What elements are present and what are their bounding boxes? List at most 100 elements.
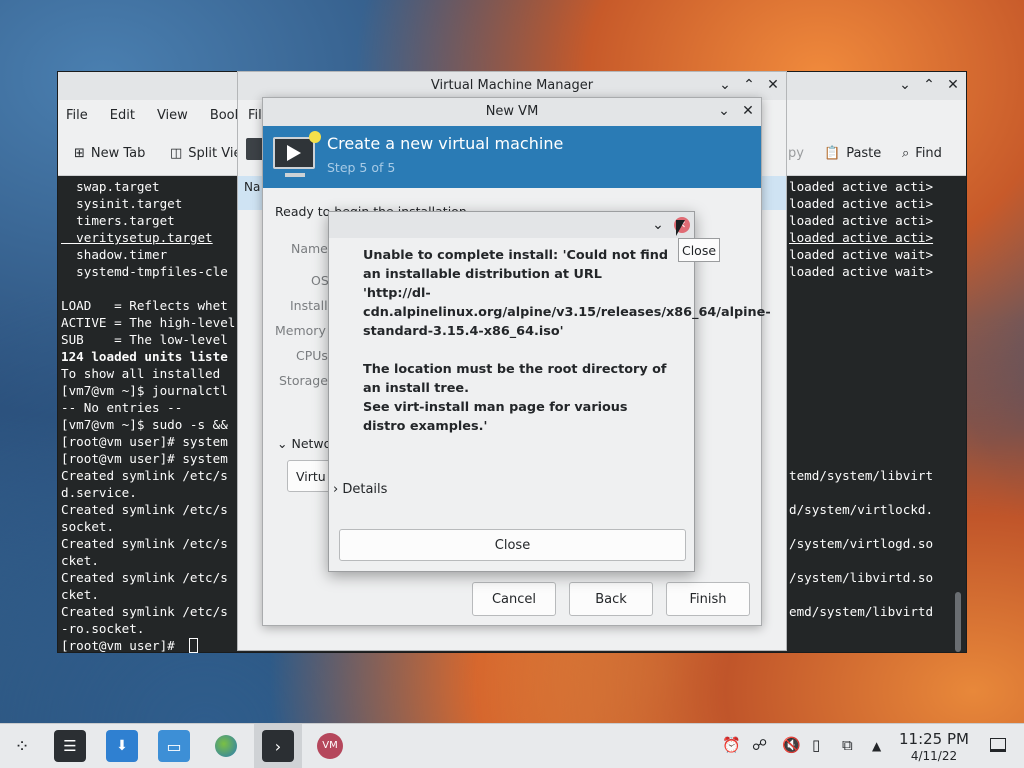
summary-label-name: Name	[291, 241, 328, 256]
close-icon[interactable]: ✕	[764, 76, 782, 94]
details-expander[interactable]: › Details	[333, 482, 387, 497]
virt-manager-icon[interactable]: VM	[314, 730, 346, 762]
terminal-line: /system/libvirtd.so	[789, 570, 934, 585]
terminal-line: loaded active acti>	[789, 230, 934, 245]
terminal-line: To show all installed	[61, 366, 221, 381]
terminal-line: loaded active acti>	[789, 196, 934, 211]
menu-view[interactable]: View	[157, 108, 188, 123]
terminal-line: shadow.timer	[61, 247, 168, 262]
network-icon[interactable]: ⧉	[842, 736, 853, 754]
finish-button[interactable]: Finish	[666, 582, 750, 616]
paste-icon: 📋	[824, 145, 841, 161]
summary-label-memory: Memory	[275, 323, 326, 338]
terminal-line: -ro.socket.	[61, 621, 145, 636]
terminal-line: cket.	[61, 553, 99, 568]
chevron-down-icon: ⌄	[277, 436, 288, 451]
terminal-line: d/system/virtlockd.	[789, 502, 934, 517]
close-button[interactable]: Close	[339, 529, 686, 561]
terminal-line: veritysetup.target	[61, 230, 213, 245]
usb-device-icon[interactable]: ▯	[812, 736, 820, 754]
terminal-line: Created symlink /etc/s	[61, 536, 228, 551]
summary-label-storage: Storage	[279, 373, 328, 388]
connect-icon[interactable]: ☍	[752, 736, 767, 754]
terminal-line: loaded active wait>	[789, 264, 934, 279]
minimize-icon[interactable]: ⌄	[715, 102, 733, 120]
terminal-line: /system/virtlogd.so	[789, 536, 934, 551]
chevron-right-icon: ›	[333, 482, 339, 497]
file-manager-icon[interactable]: ▭	[158, 730, 190, 762]
vmm-titlebar[interactable]: Virtual Machine Manager ⌄ ⌃ ✕	[238, 72, 786, 100]
terminal-line: temd/system/libvirt	[789, 468, 934, 483]
error-dialog: ⌄ ✕ Unable to complete install: 'Could n…	[328, 211, 771, 572]
new-vm-titlebar[interactable]: New VM ⌄ ✕	[263, 98, 761, 126]
wizard-header: Create a new virtual machine Step 5 of 5	[263, 126, 761, 188]
tray-expand-icon[interactable]: ▲	[872, 739, 881, 753]
system-settings-icon[interactable]: ☰	[54, 730, 86, 762]
clock-time[interactable]: 11:25 PM	[896, 730, 972, 748]
terminal-scrollbar[interactable]	[955, 592, 961, 652]
terminal-line: Created symlink /etc/s	[61, 468, 228, 483]
network-expander[interactable]: ⌄ Netwo	[277, 436, 331, 451]
terminal-line: loaded active acti>	[789, 179, 934, 194]
summary-label-os: OS	[311, 273, 329, 288]
new-tab-icon: ⊞	[74, 145, 85, 161]
show-desktop-icon[interactable]	[990, 738, 1006, 752]
terminal-line: systemd-tmpfiles-cle	[61, 264, 228, 279]
maximize-icon[interactable]: ⌃	[740, 76, 758, 94]
close-icon[interactable]: ✕	[739, 102, 757, 120]
terminal-line: [root@vm user]# system	[61, 434, 228, 449]
minimize-icon[interactable]: ⌄	[716, 76, 734, 94]
split-view-icon: ◫	[170, 145, 183, 161]
back-button[interactable]: Back	[569, 582, 653, 616]
terminal-icon: ›	[262, 730, 294, 762]
vm-monitor-icon	[273, 131, 321, 169]
summary-label-cpus: CPUs	[296, 348, 328, 363]
taskbar: ⁘ ☰ ⬇ ▭ › VM ⏰ ☍ 🔇 ▯ ⧉ ▲ 11:25 PM 4/11/2…	[0, 723, 1024, 768]
terminal-line: Created symlink /etc/s	[61, 570, 228, 585]
volume-muted-icon[interactable]: 🔇	[782, 736, 801, 754]
terminal-line: ACTIVE = The high-level	[61, 315, 236, 330]
paste-button[interactable]: 📋 Paste	[824, 130, 881, 176]
mouse-cursor-icon	[676, 220, 685, 236]
search-icon: ⌕	[902, 145, 910, 161]
maximize-icon[interactable]: ⌃	[920, 76, 938, 94]
terminal-line: [vm7@vm ~]$ journalctl	[61, 383, 228, 398]
terminal-line: loaded active acti>	[789, 213, 934, 228]
terminal-line: emd/system/libvirtd	[789, 604, 934, 619]
wizard-step: Step 5 of 5	[327, 160, 396, 175]
menu-edit[interactable]: Edit	[110, 108, 135, 123]
menu-file[interactable]: File	[66, 108, 88, 123]
browser-icon[interactable]	[210, 730, 242, 762]
terminal-line: [vm7@vm ~]$ sudo -s &&	[61, 417, 228, 432]
close-tooltip: Close	[678, 238, 720, 262]
copy-button[interactable]: py	[788, 130, 804, 176]
terminal-line: sysinit.target	[61, 196, 183, 211]
minimize-icon[interactable]: ⌄	[649, 216, 667, 234]
taskbar-active-terminal[interactable]: ›	[254, 724, 302, 768]
terminal-line: Created symlink /etc/s	[61, 502, 228, 517]
summary-label-install: Install	[290, 298, 328, 313]
terminal-line: socket.	[61, 519, 115, 534]
find-button[interactable]: ⌕ Find	[902, 130, 942, 176]
discover-store-icon[interactable]: ⬇	[106, 730, 138, 762]
terminal-line: loaded active wait>	[789, 247, 934, 262]
error-message: Unable to complete install: 'Could not f…	[363, 248, 771, 434]
terminal-line: Created symlink /etc/s	[61, 604, 228, 619]
wizard-title: Create a new virtual machine	[327, 134, 564, 153]
terminal-line: -- No entries --	[61, 400, 183, 415]
minimize-icon[interactable]: ⌄	[896, 76, 914, 94]
notifications-icon[interactable]: ⏰	[722, 736, 741, 754]
split-view-button[interactable]: ◫ Split Vie	[170, 130, 241, 176]
error-dialog-titlebar[interactable]: ⌄ ✕	[329, 212, 694, 238]
cancel-button[interactable]: Cancel	[472, 582, 556, 616]
terminal-line: LOAD = Reflects whet	[61, 298, 228, 313]
clock-date[interactable]: 4/11/22	[896, 749, 972, 763]
terminal-line: timers.target	[61, 213, 175, 228]
terminal-line: swap.target	[61, 179, 160, 194]
terminal-line: cket.	[61, 587, 99, 602]
new-tab-button[interactable]: ⊞ New Tab	[74, 130, 145, 176]
terminal-prompt: [root@vm user]#	[61, 638, 183, 653]
terminal-line: d.service.	[61, 485, 137, 500]
app-launcher-icon[interactable]: ⁘	[6, 730, 38, 762]
close-icon[interactable]: ✕	[944, 76, 962, 94]
